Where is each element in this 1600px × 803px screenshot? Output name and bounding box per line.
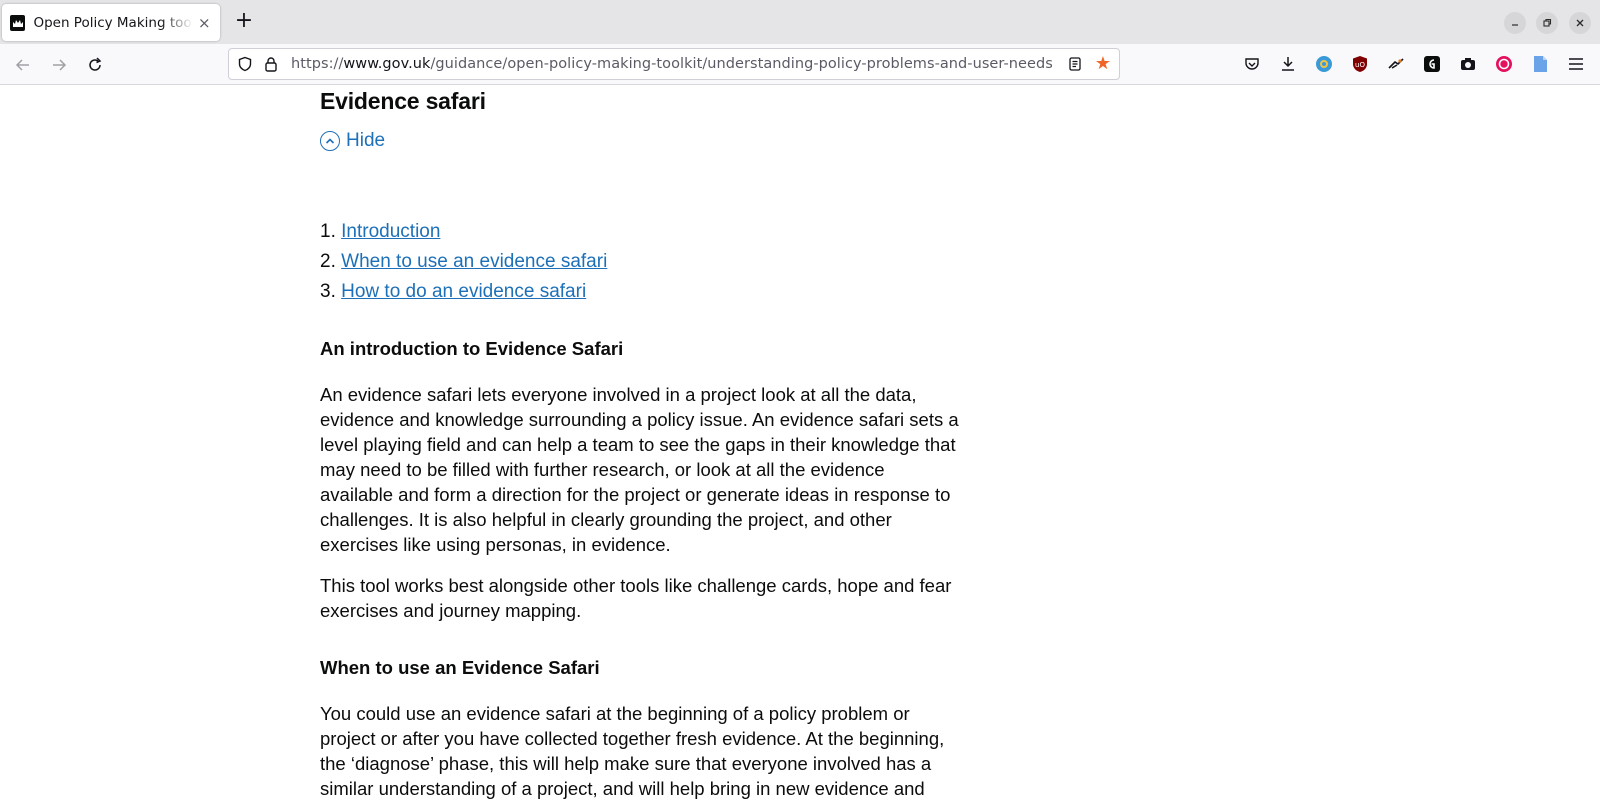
extension-globe-icon[interactable] bbox=[1314, 54, 1334, 74]
hide-section-toggle[interactable]: Hide bbox=[320, 130, 385, 152]
pocket-icon[interactable] bbox=[1242, 54, 1262, 74]
hamburger-menu-icon[interactable] bbox=[1566, 54, 1586, 74]
tab-title: Open Policy Making toolkit bbox=[33, 14, 192, 31]
ublock-origin-icon[interactable]: uO bbox=[1350, 54, 1370, 74]
when-paragraph-1: You could use an evidence safari at the … bbox=[320, 703, 945, 799]
contents-number: 1. bbox=[320, 221, 336, 242]
tracking-protection-shield-icon[interactable] bbox=[237, 56, 253, 76]
back-arrow-icon[interactable] bbox=[10, 52, 36, 78]
chevron-up-circle-icon bbox=[320, 131, 340, 151]
url-scheme: https:// bbox=[291, 56, 344, 72]
url-host: www.gov.uk bbox=[343, 56, 431, 72]
tab-strip: Open Policy Making toolkit × + bbox=[0, 0, 1600, 44]
close-tab-icon[interactable]: × bbox=[197, 14, 212, 32]
svg-text:uO: uO bbox=[1355, 61, 1365, 69]
contents-link-when-to-use[interactable]: When to use an evidence safari bbox=[341, 251, 607, 272]
new-tab-button[interactable]: + bbox=[232, 10, 256, 34]
downloads-icon[interactable] bbox=[1278, 54, 1298, 74]
url-text: https://www.gov.uk/guidance/open-policy-… bbox=[291, 56, 1053, 72]
screenshot-camera-icon[interactable] bbox=[1458, 54, 1478, 74]
when-heading: When to use an Evidence Safari bbox=[320, 657, 600, 678]
contents-link-how-to-do[interactable]: How to do an evidence safari bbox=[341, 281, 586, 302]
reload-icon[interactable] bbox=[82, 52, 108, 78]
contents-list-item: 1. Introduction bbox=[320, 220, 607, 250]
contents-link-introduction[interactable]: Introduction bbox=[341, 221, 440, 242]
minimize-window-icon[interactable] bbox=[1504, 12, 1526, 34]
intro-heading: An introduction to Evidence Safari bbox=[320, 338, 624, 359]
extension-black-square-icon[interactable] bbox=[1422, 54, 1442, 74]
govuk-crown-favicon-icon bbox=[10, 14, 26, 31]
intro-paragraph-1: An evidence safari lets everyone involve… bbox=[320, 384, 959, 555]
address-bar[interactable]: https://www.gov.uk/guidance/open-policy-… bbox=[228, 48, 1120, 80]
extension-document-icon[interactable] bbox=[1530, 54, 1550, 74]
contents-number: 2. bbox=[320, 251, 336, 272]
hide-label: Hide bbox=[346, 130, 386, 151]
extension-bird-icon[interactable] bbox=[1386, 54, 1406, 74]
forward-arrow-icon[interactable] bbox=[46, 52, 72, 78]
extension-pink-circle-icon[interactable] bbox=[1494, 54, 1514, 74]
url-path: /guidance/open-policy-making-toolkit/und… bbox=[430, 56, 1053, 72]
bookmark-star-icon[interactable]: ★ bbox=[1095, 54, 1111, 74]
contents-list-item: 3. How to do an evidence safari bbox=[320, 280, 607, 310]
reader-view-icon[interactable] bbox=[1067, 56, 1083, 76]
navigation-toolbar: https://www.gov.uk/guidance/open-policy-… bbox=[0, 44, 1600, 85]
restore-window-icon[interactable] bbox=[1536, 12, 1558, 34]
lock-icon[interactable] bbox=[263, 56, 279, 76]
section-title: Evidence safari bbox=[320, 88, 486, 114]
intro-paragraph-2: This tool works best alongside other too… bbox=[320, 575, 952, 621]
close-window-icon[interactable] bbox=[1569, 12, 1591, 34]
contents-number: 3. bbox=[320, 281, 336, 302]
contents-list: 1. Introduction 2. When to use an eviden… bbox=[320, 220, 607, 310]
contents-list-item: 2. When to use an evidence safari bbox=[320, 250, 607, 280]
browser-tab[interactable]: Open Policy Making toolkit × bbox=[2, 4, 220, 41]
